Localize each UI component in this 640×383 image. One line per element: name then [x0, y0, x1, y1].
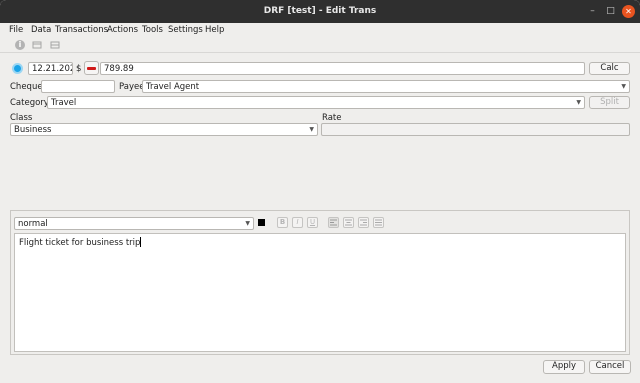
- cheque-label: Cheque: [10, 82, 43, 92]
- status-indicator-icon[interactable]: [12, 63, 23, 74]
- currency-symbol: $: [76, 64, 82, 74]
- notes-editor[interactable]: Flight ticket for business trip: [14, 233, 626, 352]
- payee-combo[interactable]: Travel Agent ▼: [142, 80, 630, 93]
- cheque-field[interactable]: [41, 80, 115, 93]
- maximize-button[interactable]: □: [604, 5, 617, 18]
- menu-data[interactable]: Data: [31, 25, 51, 35]
- category-label: Category: [10, 98, 49, 108]
- notes-text: Flight ticket for business trip: [19, 238, 141, 248]
- align-right-button[interactable]: [358, 217, 369, 228]
- class-value: Business: [14, 125, 52, 135]
- chevron-down-icon: ▼: [309, 126, 314, 133]
- chevron-down-icon: ▼: [245, 220, 250, 227]
- chevron-down-icon: ▼: [621, 83, 626, 90]
- payee-label: Payee: [119, 82, 145, 92]
- text-style-value: normal: [18, 219, 48, 229]
- align-center-button[interactable]: [343, 217, 354, 228]
- debit-credit-toggle[interactable]: [84, 61, 99, 75]
- align-left-button[interactable]: [328, 217, 339, 228]
- menu-tools[interactable]: Tools: [142, 25, 163, 35]
- toolbar: i: [0, 37, 640, 53]
- category-combo[interactable]: Travel ▼: [47, 96, 585, 109]
- justify-button[interactable]: [373, 217, 384, 228]
- menu-file[interactable]: File: [9, 25, 23, 35]
- class-label: Class: [10, 113, 33, 123]
- payee-value: Travel Agent: [146, 82, 200, 92]
- align-center-icon: [345, 219, 352, 226]
- underline-button[interactable]: U: [307, 217, 318, 228]
- cancel-button[interactable]: Cancel: [589, 360, 631, 374]
- menu-help[interactable]: Help: [205, 25, 224, 35]
- edit-trans-window: DRF [test] - Edit Trans – □ ✕ File Data …: [0, 0, 640, 383]
- close-button[interactable]: ✕: [622, 5, 635, 18]
- menu-transactions[interactable]: Transactions: [55, 25, 108, 35]
- date-field[interactable]: 12.21.2021: [28, 62, 73, 75]
- apply-button[interactable]: Apply: [543, 360, 585, 374]
- text-caret: [140, 237, 142, 247]
- minimize-button[interactable]: –: [586, 5, 599, 18]
- align-left-icon: [330, 219, 337, 226]
- title-bar: DRF [test] - Edit Trans – □ ✕: [0, 0, 640, 23]
- category-value: Travel: [51, 98, 77, 108]
- bold-button[interactable]: B: [277, 217, 288, 228]
- card-icon[interactable]: [32, 40, 42, 50]
- window-title: DRF [test] - Edit Trans: [263, 6, 377, 16]
- amount-field[interactable]: 789.89: [100, 62, 585, 75]
- minus-icon: [87, 67, 96, 70]
- info-icon[interactable]: i: [15, 40, 25, 50]
- rate-field[interactable]: [321, 123, 630, 136]
- align-right-icon: [360, 219, 367, 226]
- rate-label: Rate: [322, 113, 342, 123]
- menu-bar: File Data Transactions Actions Tools Set…: [0, 23, 640, 37]
- menu-actions[interactable]: Actions: [107, 25, 138, 35]
- menu-settings[interactable]: Settings: [168, 25, 203, 35]
- chevron-down-icon: ▼: [576, 99, 581, 106]
- calc-button[interactable]: Calc: [589, 62, 630, 75]
- text-style-combo[interactable]: normal ▼: [14, 217, 254, 230]
- italic-button[interactable]: I: [292, 217, 303, 228]
- card-alt-icon[interactable]: [50, 40, 60, 50]
- split-button[interactable]: Split: [589, 96, 630, 109]
- class-combo[interactable]: Business ▼: [10, 123, 318, 136]
- text-color-swatch[interactable]: [258, 219, 265, 226]
- justify-icon: [375, 219, 382, 226]
